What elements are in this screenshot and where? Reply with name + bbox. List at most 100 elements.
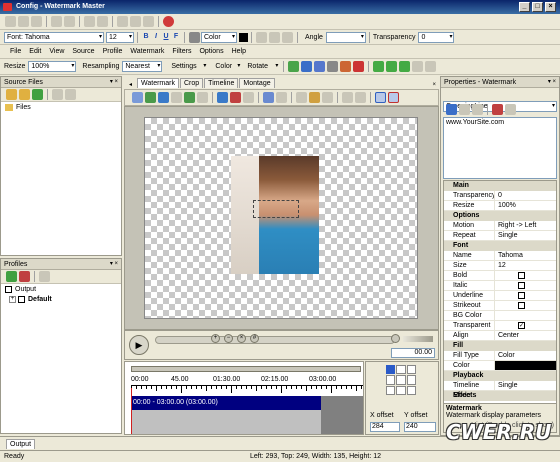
settings-icon[interactable] xyxy=(64,16,75,27)
prop-strikeout[interactable]: Strikeout xyxy=(444,301,556,311)
fit-icon[interactable] xyxy=(412,61,424,72)
transparent-checkbox[interactable]: ✓ xyxy=(518,321,525,329)
grid-icon[interactable] xyxy=(373,61,385,72)
menu-help[interactable]: Help xyxy=(232,48,246,55)
prop-fill-type[interactable]: Fill Type Color xyxy=(444,351,556,361)
font-combo[interactable]: Font: Tahoma xyxy=(4,31,104,43)
menu-edit[interactable]: Edit xyxy=(29,48,41,55)
align-center-icon[interactable] xyxy=(269,31,280,43)
alphabetical-icon[interactable] xyxy=(472,103,483,115)
reset-icon[interactable] xyxy=(505,103,516,115)
text-icon[interactable] xyxy=(314,61,326,72)
rotate-menu[interactable]: Rotate xyxy=(244,61,281,72)
color-menu[interactable]: Color xyxy=(212,61,243,72)
underline-checkbox[interactable] xyxy=(518,291,525,299)
prop-italic[interactable]: Italic xyxy=(444,281,556,291)
layers-icon[interactable] xyxy=(276,92,287,103)
section-options[interactable]: Options xyxy=(444,211,556,221)
effects-icon[interactable] xyxy=(492,103,503,115)
anchor-grid[interactable] xyxy=(386,365,416,395)
preview-canvas[interactable] xyxy=(144,117,418,319)
delete-layer-icon[interactable] xyxy=(230,92,241,103)
volume-icon[interactable] xyxy=(391,334,400,343)
prop-underline[interactable]: Underline xyxy=(444,291,556,301)
menu-source[interactable]: Source xyxy=(72,48,94,55)
align-icon[interactable] xyxy=(309,92,320,103)
output-checkbox[interactable] xyxy=(5,286,12,293)
underline-button[interactable]: U xyxy=(161,32,171,42)
italic-button[interactable]: I xyxy=(151,32,161,42)
menu-view[interactable]: View xyxy=(49,48,64,55)
redo-icon[interactable] xyxy=(97,16,108,27)
remove-file-icon[interactable] xyxy=(65,89,76,100)
color-combo[interactable]: Color xyxy=(201,31,237,43)
paste-icon[interactable] xyxy=(143,16,154,27)
transparency-combo[interactable]: 0 xyxy=(418,31,455,43)
align-left-icon[interactable] xyxy=(256,31,267,43)
add-clock-icon[interactable] xyxy=(197,92,208,103)
stop-icon[interactable] xyxy=(163,16,174,27)
timeline-clip[interactable]: 00:00 - 03:00.00 (03:00.00) xyxy=(131,396,321,410)
record-icon[interactable] xyxy=(51,16,62,27)
menu-file[interactable]: File xyxy=(10,48,21,55)
playhead[interactable] xyxy=(131,388,132,434)
minimize-button[interactable]: _ xyxy=(519,2,530,12)
strike-button[interactable]: F xyxy=(171,32,181,42)
prop-bg-color[interactable]: BG Color xyxy=(444,311,556,321)
tab-montage[interactable]: Montage xyxy=(239,78,275,88)
undo-icon[interactable] xyxy=(84,16,95,27)
section-effects[interactable]: Effects xyxy=(444,391,556,401)
tab-crop[interactable]: Crop xyxy=(179,78,204,88)
prop-motion[interactable]: Motion Right -> Left xyxy=(444,221,556,231)
output-tab[interactable]: Output xyxy=(6,438,36,449)
grid2-icon[interactable] xyxy=(386,61,398,72)
add-text-icon[interactable] xyxy=(132,92,143,103)
add-ellipse-icon[interactable] xyxy=(171,92,182,103)
zoom-icon[interactable] xyxy=(425,61,437,72)
watermark-selection[interactable] xyxy=(253,200,299,218)
prop-bold[interactable]: Bold xyxy=(444,271,556,281)
prop-align[interactable]: Align Center xyxy=(444,331,556,341)
step-back-button[interactable]: − xyxy=(224,334,233,343)
globe-icon[interactable] xyxy=(263,92,274,103)
prop-resize[interactable]: Resize 100% xyxy=(444,201,556,211)
section-fill[interactable]: Fill xyxy=(444,341,556,351)
rotate-icon[interactable] xyxy=(355,92,366,103)
pencil-icon[interactable] xyxy=(296,92,307,103)
default-checkbox[interactable] xyxy=(18,296,25,303)
prop-timeline-mode[interactable]: Timeline ModeSingle xyxy=(444,381,556,399)
menu-watermark[interactable]: Watermark xyxy=(130,48,164,55)
delete-icon[interactable] xyxy=(353,61,365,72)
copy-layer-icon[interactable] xyxy=(217,92,228,103)
font-size-combo[interactable]: 12 xyxy=(106,31,134,43)
default-profile-item[interactable]: + Default xyxy=(1,295,121,304)
prop-fill-color[interactable]: Color xyxy=(444,361,556,371)
prop-font-size[interactable]: Size 12 xyxy=(444,261,556,271)
menu-profile[interactable]: Profile xyxy=(103,48,123,55)
timeline-scrollbar[interactable] xyxy=(131,366,361,372)
new-icon[interactable] xyxy=(5,16,16,27)
step-forward-button[interactable]: + xyxy=(211,334,220,343)
sort-icon[interactable] xyxy=(446,103,457,115)
prop-transparency[interactable]: Transparency 0 xyxy=(444,191,556,201)
save-icon[interactable] xyxy=(31,16,42,27)
section-playback[interactable]: Playback xyxy=(444,371,556,381)
seek-slider[interactable] xyxy=(155,336,395,344)
section-main[interactable]: Main xyxy=(444,181,556,191)
bold-checkbox[interactable] xyxy=(518,271,525,279)
cut-icon[interactable] xyxy=(117,16,128,27)
menu-filters[interactable]: Filters xyxy=(172,48,191,55)
tab-scroll-left[interactable]: ◂ xyxy=(129,81,132,88)
close-button[interactable]: × xyxy=(545,2,556,12)
volume-slider[interactable] xyxy=(403,336,433,342)
play-button[interactable]: ▶ xyxy=(129,335,149,355)
down-arrow-icon[interactable] xyxy=(288,61,300,72)
snap-icon[interactable] xyxy=(375,92,386,103)
italic-checkbox[interactable] xyxy=(518,281,525,289)
add-file-icon[interactable] xyxy=(6,89,17,100)
tab-timeline[interactable]: Timeline xyxy=(204,78,239,88)
mark-out-button[interactable]: # xyxy=(250,334,259,343)
flip-icon[interactable] xyxy=(342,92,353,103)
align-right-icon[interactable] xyxy=(282,31,293,43)
watermark-text-input[interactable]: www.YourSite.com xyxy=(443,117,557,179)
